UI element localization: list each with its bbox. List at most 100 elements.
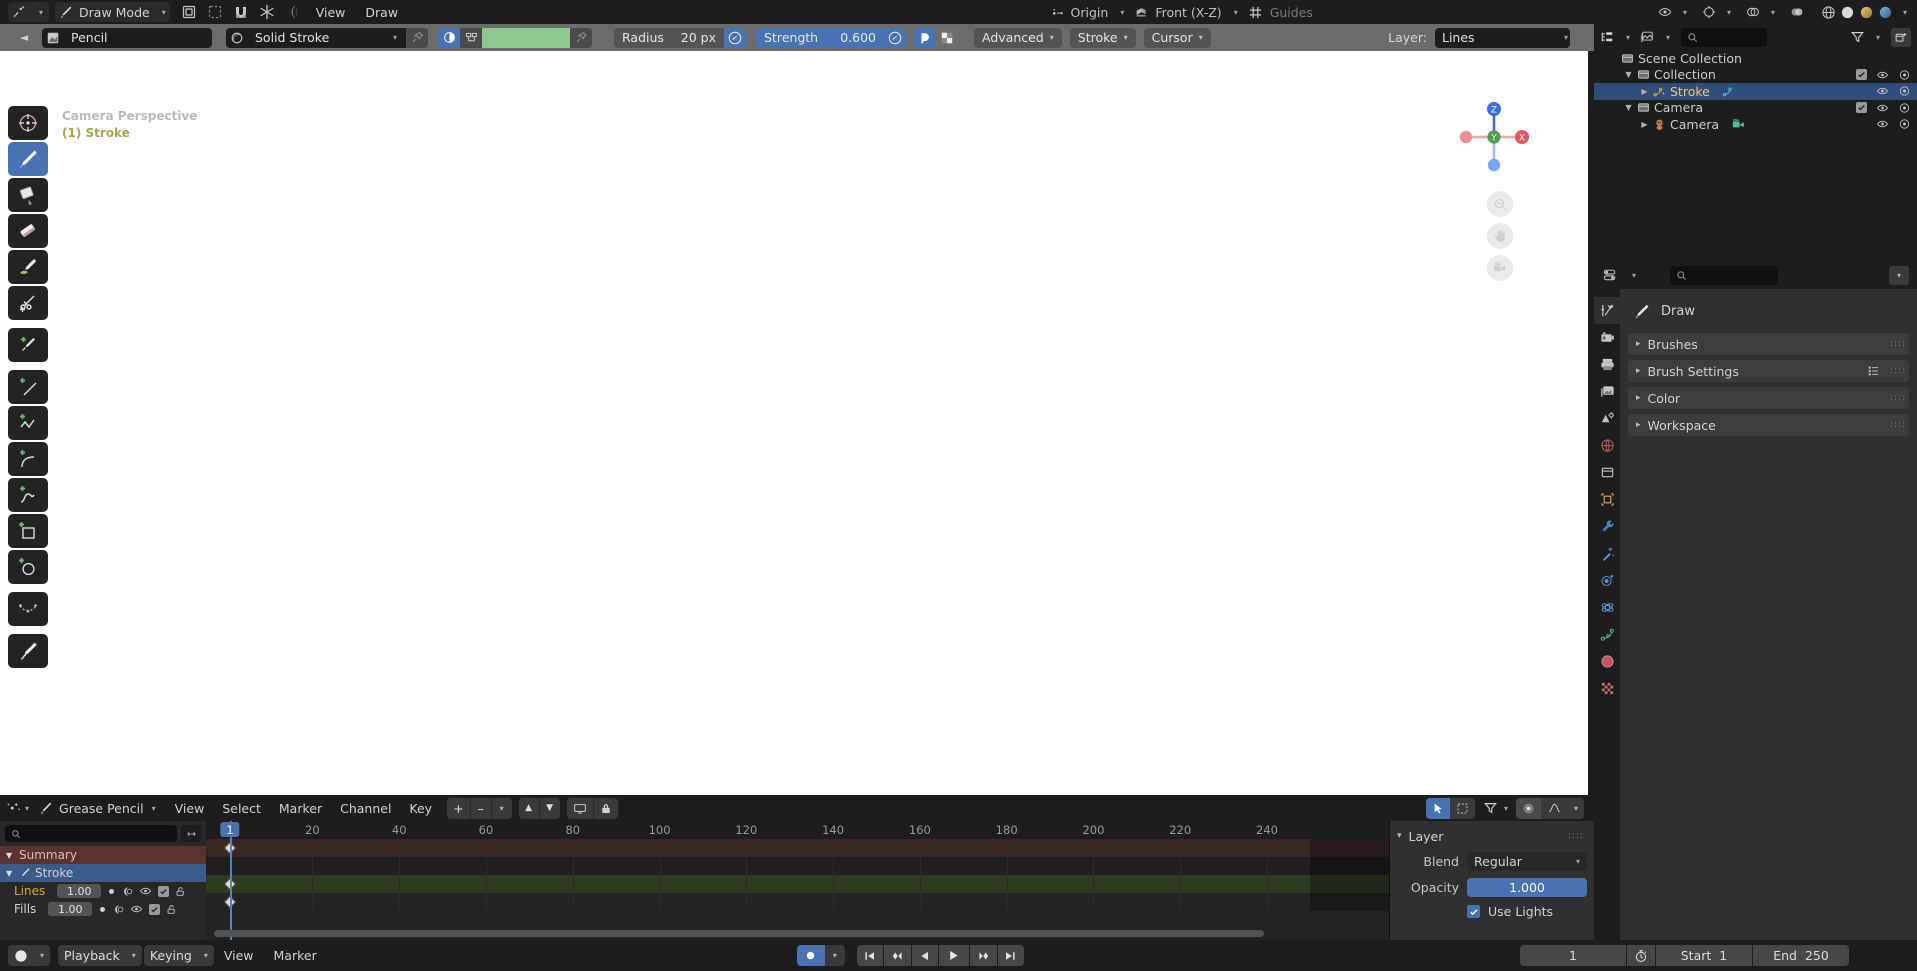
camera-gizmo-button[interactable] [1487, 255, 1513, 281]
gizmo-icon[interactable] [1701, 5, 1717, 19]
render-tab[interactable] [1594, 324, 1620, 351]
frame-range-group[interactable]: 1 Start 1 End 250 [1520, 945, 1849, 966]
expander-right-icon[interactable]: ▶ [1638, 120, 1651, 129]
material-name[interactable]: Solid Stroke [248, 27, 384, 48]
tint-tool[interactable] [8, 250, 48, 284]
xray-toggle-icon[interactable] [1789, 5, 1805, 19]
scrollbar-thumb[interactable] [214, 930, 1264, 937]
guides-toggle[interactable]: Guides [1248, 5, 1313, 20]
brush-selector[interactable]: Pencil [42, 27, 212, 48]
unlock-icon[interactable] [175, 886, 186, 897]
timeline-editor-chevron[interactable]: ▾ [34, 945, 51, 966]
new-collection-icon[interactable] [1891, 27, 1912, 47]
outliner-row-camera[interactable]: ▼ Camera [1594, 100, 1917, 117]
use-lights-checkbox[interactable] [1467, 905, 1480, 918]
channel-row-stroke[interactable]: ▼ Stroke [0, 864, 206, 882]
channel-opacity-value[interactable]: 1.00 [48, 902, 93, 916]
lock-icon[interactable] [593, 797, 618, 819]
channel-row-fills[interactable]: Fills 1.00 [0, 900, 206, 918]
shading-solid-icon[interactable] [1840, 5, 1855, 20]
outliner-filter-icon[interactable] [1850, 30, 1865, 44]
radius-slider[interactable]: Radius 20 px [614, 27, 724, 48]
arc-tool[interactable] [8, 442, 48, 476]
outliner-row-collection[interactable]: ▼ Collection [1594, 67, 1917, 84]
material-pin-icon[interactable] [406, 27, 428, 48]
onion-skin-icon[interactable] [111, 904, 124, 915]
texture-tab[interactable] [1594, 675, 1620, 702]
hide-layer-eye-icon[interactable] [139, 885, 152, 897]
physics-tab[interactable] [1594, 594, 1620, 621]
pivot-point-selector[interactable]: Origin ▾ [1050, 5, 1124, 20]
playback-chevron[interactable]: ▾ [125, 945, 142, 966]
properties-panel-workspace[interactable]: ▸ Workspace:::: [1628, 414, 1909, 436]
previous-keyframe-button[interactable] [883, 945, 911, 966]
interpolate-tool[interactable] [8, 592, 48, 626]
output-tab[interactable] [1594, 351, 1620, 378]
cutter-tool[interactable] [8, 286, 48, 320]
shading-wireframe-icon[interactable] [1821, 5, 1836, 20]
fill-material-toggle-icon[interactable] [460, 27, 482, 48]
color-pin-icon[interactable] [570, 27, 592, 48]
dope-sheet-key-rows[interactable] [206, 839, 1594, 928]
end-frame-field[interactable]: End 250 [1753, 945, 1849, 966]
fill-tool[interactable] [8, 178, 48, 212]
dope-sheet-horizontal-scrollbar[interactable] [206, 930, 1594, 938]
polyline-tool[interactable] [8, 406, 48, 440]
disable-in-render-icon[interactable] [1898, 69, 1911, 81]
timeline-editor-icon[interactable] [8, 945, 34, 966]
dopesheet-filter-icon[interactable] [1483, 801, 1498, 815]
auto-keying-group[interactable]: ▾ [796, 945, 845, 966]
snap-magnet-icon[interactable] [228, 2, 254, 22]
use-preview-range-icon[interactable] [1627, 945, 1655, 966]
stroke-popover[interactable]: Stroke ▾ [1069, 27, 1136, 48]
playback-popover[interactable]: Playback ▾ [58, 945, 142, 966]
scene-tab[interactable] [1594, 405, 1620, 432]
unlock-icon[interactable] [166, 904, 177, 915]
box-tool[interactable] [8, 514, 48, 548]
outliner-editor-type-icon[interactable] [1600, 30, 1615, 44]
strength-slider[interactable]: Strength 0.600 [756, 27, 884, 48]
tool-tab[interactable] [1594, 297, 1620, 324]
annotate-tool[interactable] [8, 634, 48, 668]
keying-chevron[interactable]: ▾ [197, 945, 214, 966]
erase-tool[interactable] [8, 214, 48, 248]
expander-down-icon[interactable]: ▼ [1622, 103, 1635, 112]
effects-tab[interactable] [1594, 540, 1620, 567]
properties-panel-brushes[interactable]: ▸ Brushes:::: [1628, 333, 1909, 355]
outliner-search-input[interactable] [1681, 27, 1767, 47]
dopesheet-mode-label[interactable]: Grease Pencil [59, 801, 144, 816]
play-button[interactable] [938, 945, 969, 966]
channel-search-input[interactable] [5, 825, 177, 842]
exclude-checkbox[interactable] [1856, 69, 1867, 81]
bottombar-menu-marker[interactable]: Marker [264, 948, 327, 963]
viewport-3d[interactable]: Camera Perspective (1) Stroke Z X Y [0, 51, 1588, 795]
playback-controls[interactable] [856, 945, 1024, 966]
draw-tool[interactable] [8, 142, 48, 176]
add-keyframe-button[interactable]: + [447, 797, 470, 819]
channel-fit-icon[interactable] [181, 825, 201, 842]
dopesheet-menu-marker[interactable]: Marker [270, 801, 331, 816]
channel-expander-icon[interactable]: ▼ [6, 869, 19, 878]
proportional-edit-icon[interactable] [254, 2, 280, 22]
object-overlay-icon[interactable] [176, 2, 202, 22]
keying-popover[interactable]: Keying ▾ [143, 945, 214, 966]
outliner-display-mode-icon[interactable] [1639, 30, 1655, 44]
orientation-selector[interactable]: Front (X-Z) ▾ [1134, 5, 1238, 20]
material-color-swatch[interactable] [482, 27, 570, 48]
stabilizer-icon[interactable] [914, 27, 936, 48]
editor-type-selector[interactable]: ▾ [8, 2, 50, 22]
material-color-group[interactable] [438, 27, 592, 48]
select-overlay-icon[interactable] [202, 2, 228, 22]
dopesheet-editor-type-icon[interactable] [6, 801, 22, 815]
material-chevron[interactable]: ▾ [384, 27, 406, 48]
falloff-curve-icon[interactable] [1540, 797, 1568, 819]
modifier-tab[interactable] [1594, 513, 1620, 540]
channel-opacity-value[interactable]: 1.00 [57, 884, 102, 898]
layer-value[interactable]: Lines [1434, 27, 1570, 48]
remove-keyframe-button[interactable]: – [470, 797, 491, 819]
occlusion-icon[interactable] [936, 27, 958, 48]
dopesheet-menu-channel[interactable]: Channel [331, 801, 400, 816]
channel-expander-icon[interactable]: ▼ [6, 851, 19, 860]
keying-label[interactable]: Keying [143, 945, 198, 966]
playback-label[interactable]: Playback [58, 945, 126, 966]
